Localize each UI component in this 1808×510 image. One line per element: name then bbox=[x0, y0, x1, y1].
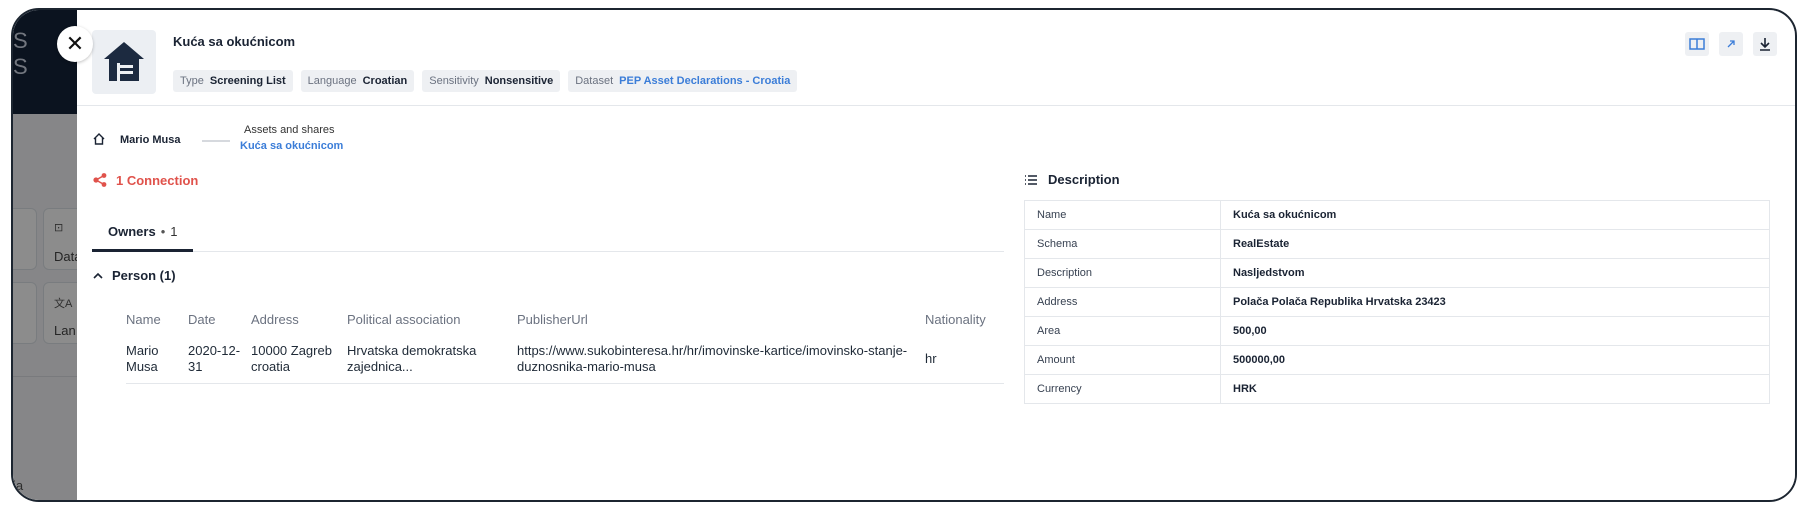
tag-sensitivity: Sensitivity Nonsensitive bbox=[422, 70, 561, 92]
group-toggle-person[interactable]: Person (1) bbox=[92, 268, 176, 283]
column-nationality: Nationality bbox=[925, 312, 986, 327]
table-header-row: Name Date Address Political association … bbox=[126, 304, 1004, 337]
description-table: Name Kuća sa okućnicom Schema RealEstate D… bbox=[1024, 200, 1770, 404]
chevron-up-icon bbox=[93, 272, 103, 279]
book-button[interactable] bbox=[1685, 32, 1709, 56]
cell-name[interactable]: Mario Musa bbox=[126, 337, 188, 384]
cell-address: 10000 Zagreb croatia bbox=[251, 337, 347, 384]
share-icon bbox=[93, 173, 107, 187]
column-address: Address bbox=[251, 312, 299, 327]
entity-title: Kuća sa okućnicom bbox=[173, 34, 296, 49]
book-icon bbox=[1689, 38, 1705, 50]
breadcrumb-current[interactable]: Kuća sa okućnicom bbox=[240, 140, 343, 152]
dataset-link[interactable]: PEP Asset Declarations - Croatia bbox=[619, 75, 790, 87]
tag-language: Language Croatian bbox=[300, 70, 415, 92]
entity-header: Kuća sa okućnicom Type Screening List Lan… bbox=[77, 10, 1795, 106]
column-political-association: Political association bbox=[347, 312, 461, 327]
description-row: Currency HRK bbox=[1024, 374, 1770, 404]
cell-political-association: Hrvatska demokratska zajednica... bbox=[347, 337, 517, 384]
connections-heading: 1 Connection bbox=[92, 172, 198, 188]
column-name: Name bbox=[126, 312, 161, 327]
cell-nationality: hr bbox=[925, 337, 1004, 384]
owners-table: Name Date Address Political association … bbox=[126, 304, 1004, 384]
description-row: Amount 500000,00 bbox=[1024, 345, 1770, 375]
tag-dataset: Dataset PEP Asset Declarations - Croatia bbox=[568, 70, 798, 92]
download-button[interactable] bbox=[1753, 32, 1777, 56]
house-icon bbox=[92, 30, 156, 94]
close-button[interactable]: ✕ bbox=[57, 26, 93, 62]
open-external-button[interactable] bbox=[1719, 32, 1743, 56]
description-row: Address Polača Polača Republika Hrvatska … bbox=[1024, 287, 1770, 317]
header-actions bbox=[1685, 32, 1777, 56]
cell-date: 2020-12-31 bbox=[188, 337, 251, 384]
tag-type: Type Screening List bbox=[173, 70, 293, 92]
description-row: Schema RealEstate bbox=[1024, 229, 1770, 259]
tab-owners[interactable]: Owners • 1 bbox=[92, 216, 194, 252]
cell-publisher-url[interactable]: https://www.sukobinteresa.hr/hr/imovinsk… bbox=[517, 337, 925, 384]
column-date: Date bbox=[188, 312, 216, 327]
description-row: Name Kuća sa okućnicom bbox=[1024, 200, 1770, 230]
entity-tags: Type Screening List Language Croatian Sens… bbox=[173, 70, 798, 92]
description-row: Description Nasljedstvom bbox=[1024, 258, 1770, 288]
breadcrumb-separator bbox=[202, 140, 230, 142]
column-publisher-url: PublisherUrl bbox=[517, 312, 588, 327]
window-frame: S S ⊡ Data 文A Lan ia ✕ Kuća sa okućnicom… bbox=[11, 8, 1797, 502]
external-link-icon bbox=[1727, 40, 1735, 48]
description-row: Area 500,00 bbox=[1024, 316, 1770, 346]
table-row[interactable]: Mario Musa 2020-12-31 10000 Zagreb croat… bbox=[126, 337, 1004, 384]
list-icon bbox=[1025, 174, 1037, 185]
close-icon: ✕ bbox=[65, 31, 85, 56]
breadcrumb-root[interactable]: Mario Musa bbox=[120, 134, 181, 146]
description-heading: Description bbox=[1024, 172, 1120, 187]
entity-drawer: Kuća sa okućnicom Type Screening List Lan… bbox=[77, 10, 1795, 500]
connection-tabs: Owners • 1 bbox=[92, 216, 1004, 252]
download-icon bbox=[1760, 38, 1770, 51]
home-icon[interactable] bbox=[92, 132, 106, 146]
breadcrumb-section: Assets and shares bbox=[244, 124, 335, 136]
